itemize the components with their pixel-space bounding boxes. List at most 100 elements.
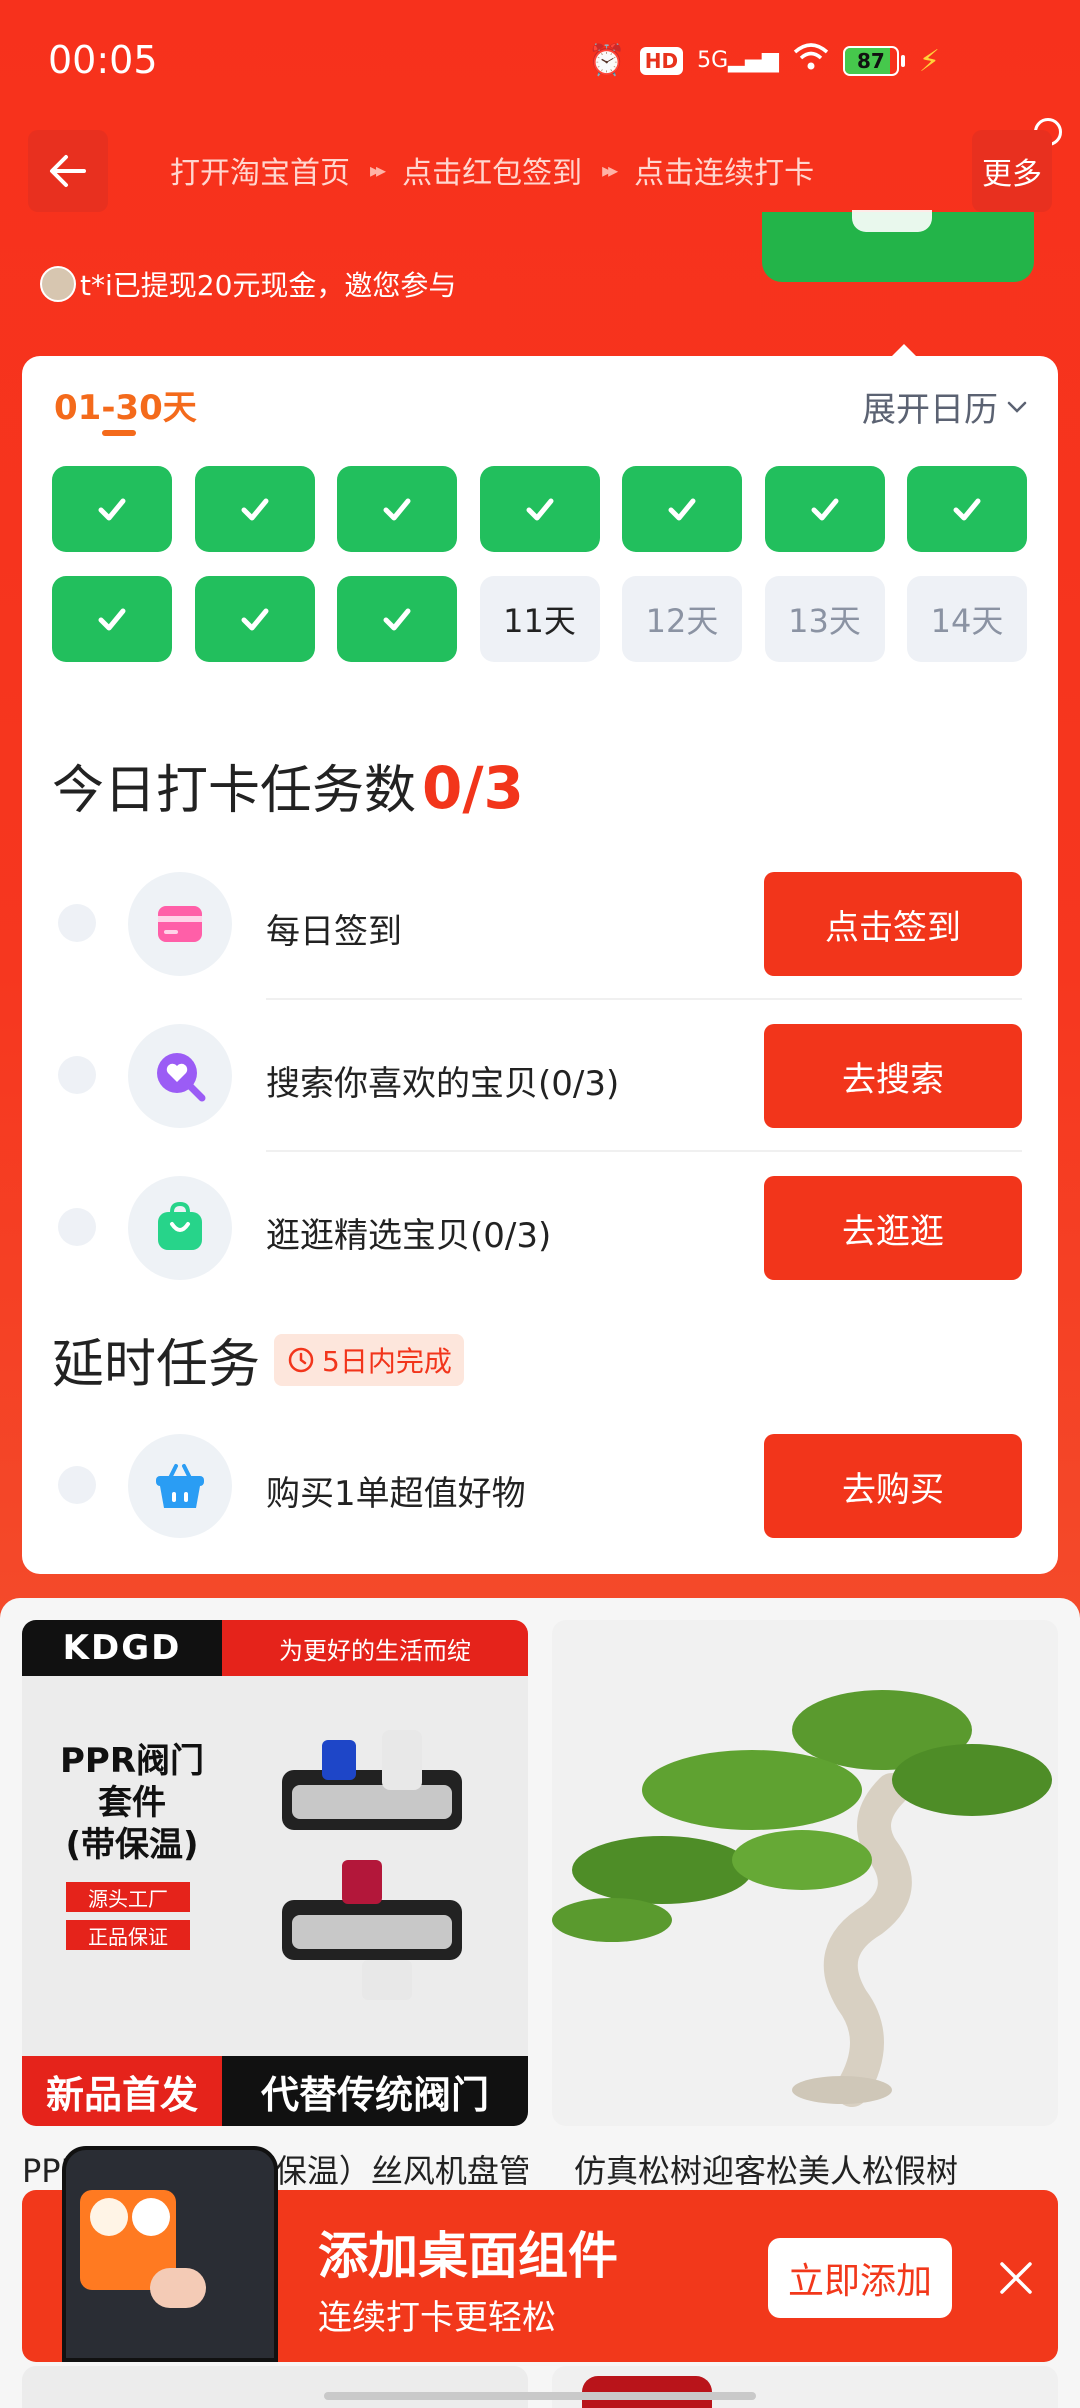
task-row-daily-checkin: 每日签到 点击签到: [22, 864, 1058, 1000]
today-task-header: 今日打卡任务数 0/3: [52, 748, 524, 823]
widget-title: 添加桌面组件: [318, 2227, 618, 2285]
check-icon: [668, 498, 696, 521]
checkin-card: 01-30天 展开日历 11天 12天 13天 14天 今日打卡任务数 0/3 每日签…: [22, 356, 1058, 1574]
expand-calendar-label: 展开日历: [862, 390, 998, 430]
today-task-title: 今日打卡任务数: [52, 761, 417, 821]
tab-underline: [102, 430, 136, 436]
calendar-day: 14天: [907, 576, 1027, 662]
delayed-task-title: 延时任务: [52, 1335, 261, 1395]
task-label: 购买1单超值好物: [266, 1474, 526, 1514]
back-button[interactable]: [28, 130, 108, 212]
task-label: 逛逛精选宝贝(0/3): [266, 1216, 552, 1256]
browse-button[interactable]: 去逛逛: [764, 1176, 1022, 1280]
hand-icon: [150, 2268, 206, 2308]
check-icon: [526, 498, 553, 521]
signal-icon: 5G▂▄▆: [697, 48, 779, 73]
calendar-day-checked: [337, 576, 457, 662]
guide-step-1: 打开淘宝首页: [170, 156, 350, 191]
task-label: 每日签到: [266, 912, 402, 952]
valve-image: [282, 1730, 462, 2000]
check-icon: [383, 608, 411, 631]
pine-tree-image: [552, 1690, 1052, 2107]
arrow-left-icon: [50, 155, 86, 187]
brand-slogan: 为更好的生活而绽: [222, 1620, 528, 1676]
clock-icon: [288, 1347, 314, 1372]
checkin-button[interactable]: 点击签到: [764, 872, 1022, 976]
calendar-day-checked: [194, 466, 315, 552]
status-time: 00:05: [48, 38, 158, 82]
check-icon: [241, 608, 268, 631]
product-card-peek: [552, 2366, 1058, 2408]
widget-preview-image: [62, 2146, 278, 2362]
task-status-radio: [58, 1208, 96, 1246]
calendar-day-checked: [764, 466, 885, 552]
calendar-day: 12天: [622, 576, 742, 662]
product-tag: 正品保证: [66, 1920, 190, 1950]
product-banner-left: 新品首发: [22, 2056, 222, 2126]
calendar-day: 11天: [479, 576, 600, 662]
shopping-bag-icon: [128, 1176, 232, 1280]
product-tag: 源头工厂: [66, 1882, 190, 1912]
step-separator-icon: ▸▸: [370, 158, 386, 182]
withdraw-ticker: t*i已提现20元现金，邀您参与: [40, 264, 456, 304]
hd-icon: HD: [639, 47, 684, 75]
search-button[interactable]: 去搜索: [764, 1024, 1022, 1128]
chevron-down-icon: [1007, 401, 1027, 413]
card-icon: [128, 872, 232, 976]
brand-logo: KDGD: [22, 1620, 222, 1676]
reward-banner[interactable]: [762, 210, 1034, 282]
wifi-icon: [793, 42, 829, 80]
divider: [266, 1150, 1022, 1152]
search-heart-icon: [128, 1024, 232, 1128]
today-task-count: 0/3: [422, 754, 524, 822]
close-icon: [1000, 2262, 1032, 2294]
step-separator-icon: ▸▸: [602, 158, 618, 182]
check-icon: [98, 608, 126, 631]
battery-icon: 87: [842, 46, 905, 76]
product-card-pine[interactable]: [552, 1620, 1058, 2126]
calendar-grid: 11天 12天 13天 14天: [52, 466, 1032, 662]
check-icon: [953, 498, 981, 521]
status-bar: 00:05 ⏰ HD 5G▂▄▆ 87 ⚡: [0, 0, 1080, 120]
task-label: 搜索你喜欢的宝贝(0/3): [266, 1064, 620, 1104]
product-card-valve[interactable]: KDGD 为更好的生活而绽 PPR阀门 套件 (带保温) 源头工厂 正品保证 新…: [22, 1620, 528, 2126]
ticker-text: t*i已提现20元现金，邀您参与: [80, 269, 457, 302]
more-button[interactable]: 更多: [972, 130, 1052, 212]
check-icon: [98, 498, 126, 521]
task-status-radio: [58, 1056, 96, 1094]
home-indicator[interactable]: [324, 2392, 756, 2400]
expand-calendar-button[interactable]: 展开日历: [862, 382, 1030, 431]
guide-steps: 打开淘宝首页 ▸▸ 点击红包签到 ▸▸ 点击连续打卡: [170, 148, 814, 192]
calendar-day-checked: [52, 576, 172, 662]
delayed-task-header: 延时任务 5日内完成: [52, 1322, 464, 1397]
tab-day-range[interactable]: 01-30天: [54, 380, 197, 429]
widget-subtitle: 连续打卡更轻松: [318, 2298, 556, 2338]
calendar-day-checked: [479, 466, 600, 552]
buy-button[interactable]: 去购买: [764, 1434, 1022, 1538]
check-icon: [241, 498, 268, 521]
guide-step-2: 点击红包签到: [402, 156, 583, 191]
calendar-day-checked: [52, 466, 172, 552]
calendar-day-checked: [194, 576, 315, 662]
divider: [266, 998, 1022, 1000]
avatar: [40, 266, 76, 302]
product-image-name: PPR阀门 套件 (带保温): [59, 1741, 205, 1865]
calendar-day-checked: [907, 466, 1027, 552]
guide-step-3: 点击连续打卡: [634, 156, 815, 191]
task-status-radio: [58, 904, 96, 942]
charging-icon: ⚡: [918, 43, 940, 79]
check-icon: [811, 498, 838, 521]
nav-bar: 打开淘宝首页 ▸▸ 点击红包签到 ▸▸ 点击连续打卡 更多: [0, 130, 1080, 212]
product-banner-right: 代替传统阀门: [222, 2056, 528, 2126]
calendar-day-checked: [337, 466, 457, 552]
add-widget-banner: 添加桌面组件 连续打卡更轻松 立即添加: [22, 2146, 1058, 2362]
alarm-icon: ⏰: [588, 43, 626, 78]
close-button[interactable]: [986, 2248, 1046, 2308]
deadline-text: 5日内完成: [322, 1344, 452, 1378]
task-row-search: 搜索你喜欢的宝贝(0/3) 去搜索: [22, 1016, 1058, 1152]
deadline-badge: 5日内完成: [274, 1333, 464, 1386]
add-widget-button[interactable]: 立即添加: [768, 2238, 952, 2318]
product-title[interactable]: 仿真松树迎客松美人松假树: [574, 2146, 1080, 2192]
check-icon: [383, 498, 411, 521]
calendar-day: 13天: [764, 576, 885, 662]
